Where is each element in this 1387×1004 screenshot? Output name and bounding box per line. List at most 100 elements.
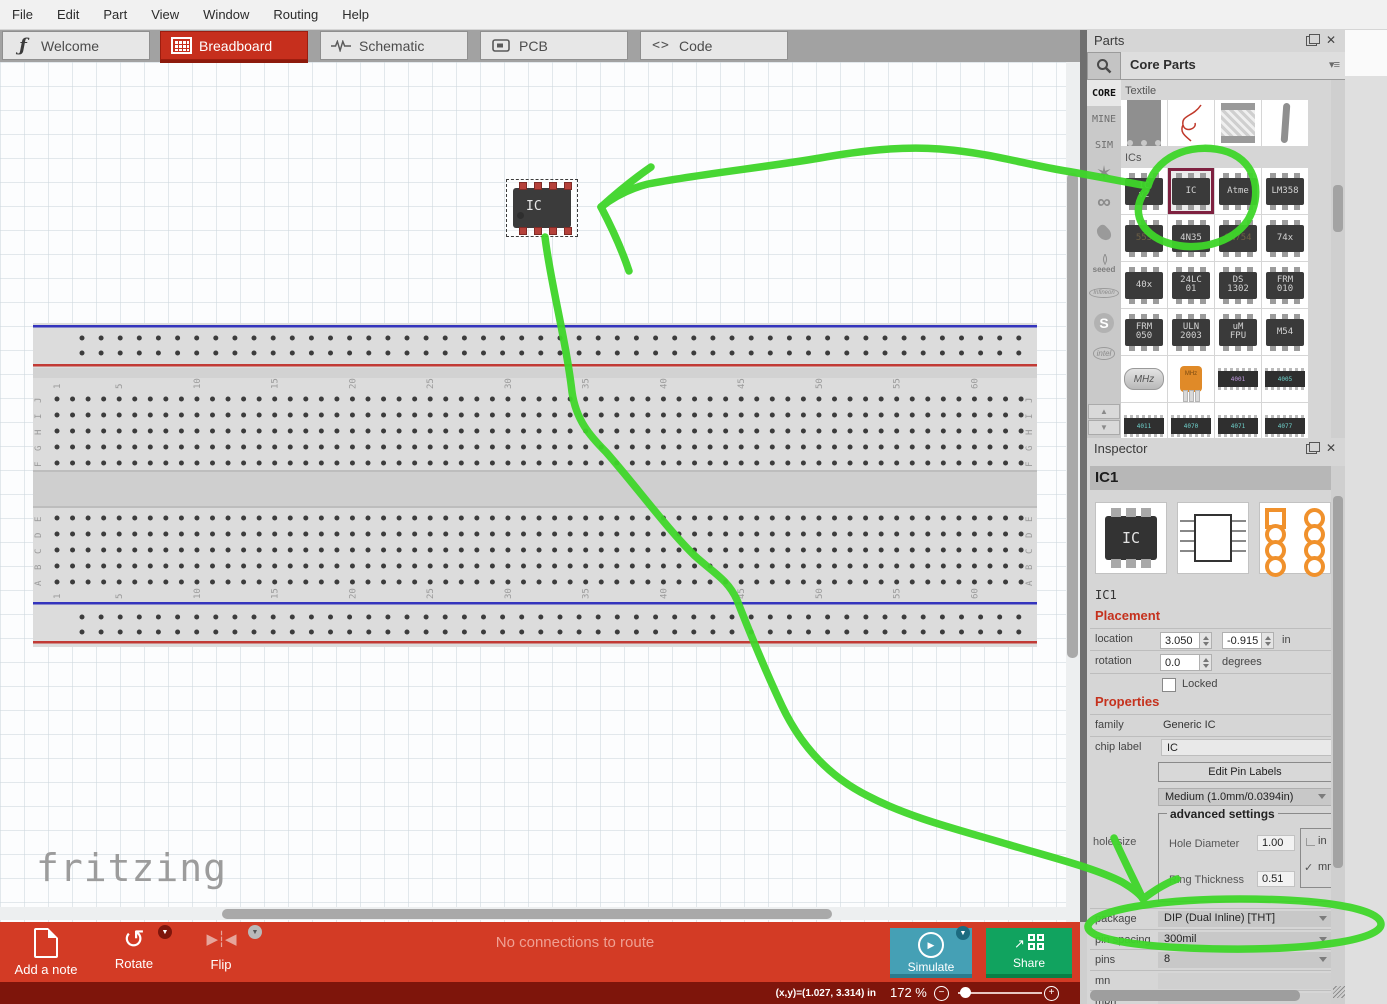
location-x-spinner[interactable] [1199,632,1212,649]
canvas-vscrollbar-thumb[interactable] [1067,173,1078,658]
close-icon[interactable]: ✕ [1326,441,1336,455]
locked-checkbox[interactable] [1162,678,1176,692]
zoom-in-button[interactable]: + [1044,986,1059,1001]
inspector-vscrollbar-track[interactable] [1331,466,1345,1004]
part-tile-4011[interactable]: 4011 [1121,403,1167,438]
add-note-button[interactable]: Add a note [4,928,88,977]
part-tile-4070[interactable]: 4070 [1168,403,1214,438]
parts-search-button[interactable] [1087,52,1121,80]
parts-bin-header[interactable]: Core Parts ▾≡ [1121,52,1345,80]
property-value-dropdown[interactable]: DIP (Dual Inline) [THT] [1158,911,1332,927]
breadboard-preview[interactable]: IC [1095,502,1167,574]
part-tile-frm010[interactable]: FRM 010 [1262,262,1308,308]
undock-icon[interactable] [1306,444,1317,454]
part-tile-icv2[interactable]: IC v2 [1121,168,1167,214]
parts-vscrollbar-thumb[interactable] [1333,185,1343,232]
adafruit-icon[interactable]: ✶ [1087,158,1121,188]
close-icon[interactable]: ✕ [1326,33,1336,47]
seeed-icon[interactable]: ()seeed [1087,248,1121,278]
intel-icon[interactable]: intel [1087,338,1121,368]
part-tile-atme[interactable]: Atme [1215,168,1261,214]
infineon-icon[interactable]: Infineon [1087,278,1121,308]
part-tile-textile-strip[interactable] [1262,100,1308,146]
arduino-icon[interactable]: ∞ [1087,188,1121,218]
sparkfun-icon[interactable] [1087,218,1121,248]
rotate-menu-caret[interactable]: ▼ [158,925,172,939]
property-value-dropdown[interactable]: 300mil [1158,932,1332,948]
part-tile-textile-band[interactable] [1215,100,1261,146]
parts-vscrollbar-track[interactable] [1331,80,1345,438]
dock-separator[interactable] [1080,30,1087,922]
inspector-header[interactable]: Inspector ✕ [1087,438,1345,460]
menu-file[interactable]: File [12,7,33,22]
part-tile-ds1302[interactable]: DS 1302 [1215,262,1261,308]
breadboard-component[interactable]: 1155101015152020252530303535404045455050… [33,323,1037,647]
ic-component[interactable]: IC [506,179,578,237]
part-tile-frm050[interactable]: FRM 050 [1121,309,1167,355]
hole-diameter-input[interactable]: 1.00 [1257,835,1295,851]
part-tile-textile-fabric[interactable] [1121,100,1167,146]
tab-welcome[interactable]: ƒWelcome [2,31,150,60]
parts-nav-sim[interactable]: SIM [1087,132,1121,158]
parts-nav-mine[interactable]: MINE [1087,106,1121,132]
flip-menu-caret[interactable]: ▼ [248,925,262,939]
unit-mm-radio[interactable]: ✓ [1304,861,1313,874]
snootlab-icon[interactable]: S [1087,308,1121,338]
inspector-hscrollbar-thumb[interactable] [1090,990,1300,1001]
part-tile-555[interactable]: 555 [1121,215,1167,261]
part-tile-4077[interactable]: 4077 [1262,403,1308,438]
part-tile-lm358[interactable]: LM358 [1262,168,1308,214]
simulate-menu-caret[interactable]: ▼ [956,926,970,940]
part-tile-4005[interactable]: 4005 [1262,356,1308,402]
part-tile-mhz[interactable]: MHz [1168,356,1214,402]
parts-panel-header[interactable]: Parts ✕ [1087,30,1345,52]
scroll-up-button[interactable]: ▲ [1088,404,1120,419]
menu-help[interactable]: Help [342,7,369,22]
tab-schematic[interactable]: Schematic [320,31,468,60]
part-tile-24lc01[interactable]: 24LC 01 [1168,262,1214,308]
part-tile-m54[interactable]: M54 [1262,309,1308,355]
undock-icon[interactable] [1306,36,1317,46]
tab-breadboard[interactable]: Breadboard [160,31,308,60]
edit-pin-labels-button[interactable]: Edit Pin Labels [1158,762,1332,782]
schematic-preview[interactable] [1177,502,1249,574]
share-button[interactable]: ↗ Share [986,928,1072,978]
menu-routing[interactable]: Routing [273,7,318,22]
canvas-vscrollbar-track[interactable] [1066,62,1080,922]
breadboard-canvas[interactable]: 1155101015152020252530303535404045455050… [0,62,1066,922]
part-tile-74x[interactable]: 74x [1262,215,1308,261]
zoom-slider-thumb[interactable] [960,987,971,998]
inspector-vscrollbar-thumb[interactable] [1333,496,1343,868]
part-tile-4001[interactable]: 4001 [1215,356,1261,402]
pcb-preview[interactable] [1259,502,1331,574]
part-tile-sn754[interactable]: SN754 [1215,215,1261,261]
rotation-spinner[interactable] [1199,654,1212,671]
flip-button[interactable]: ▶┆◀ Flip [186,930,256,972]
size-dropdown[interactable]: Medium (1.0mm/0.0394in) [1158,788,1332,806]
part-tile-uln2003[interactable]: ULN 2003 [1168,309,1214,355]
bin-menu-icon[interactable]: ▾≡ [1329,58,1339,71]
menu-edit[interactable]: Edit [57,7,79,22]
part-tile-4n35[interactable]: 4N35 [1168,215,1214,261]
property-value-dropdown[interactable]: 8 [1158,952,1332,968]
part-tile-textile-wire[interactable] [1168,100,1214,146]
scroll-down-button[interactable]: ▼ [1088,420,1120,435]
menu-view[interactable]: View [151,7,179,22]
tab-pcb[interactable]: PCB [480,31,628,60]
part-tile-umfpu[interactable]: uM FPU [1215,309,1261,355]
ring-thickness-input[interactable]: 0.51 [1257,871,1295,887]
menu-part[interactable]: Part [103,7,127,22]
location-y-spinner[interactable] [1261,632,1274,649]
tab-code[interactable]: <>Code [640,31,788,60]
part-tile-4071[interactable]: 4071 [1215,403,1261,438]
part-tile-ic[interactable]: IC [1168,168,1214,214]
zoom-out-button[interactable]: − [934,986,949,1001]
parts-nav-core[interactable]: CORE [1087,80,1121,106]
chip-label-input[interactable]: IC [1161,739,1335,756]
part-tile-mhz[interactable]: MHz [1121,356,1167,402]
part-tile-40x[interactable]: 40x [1121,262,1167,308]
menu-window[interactable]: Window [203,7,249,22]
unit-in-radio[interactable] [1306,838,1315,846]
canvas-hscrollbar-thumb[interactable] [222,909,832,919]
resize-grip[interactable] [1333,986,1345,998]
